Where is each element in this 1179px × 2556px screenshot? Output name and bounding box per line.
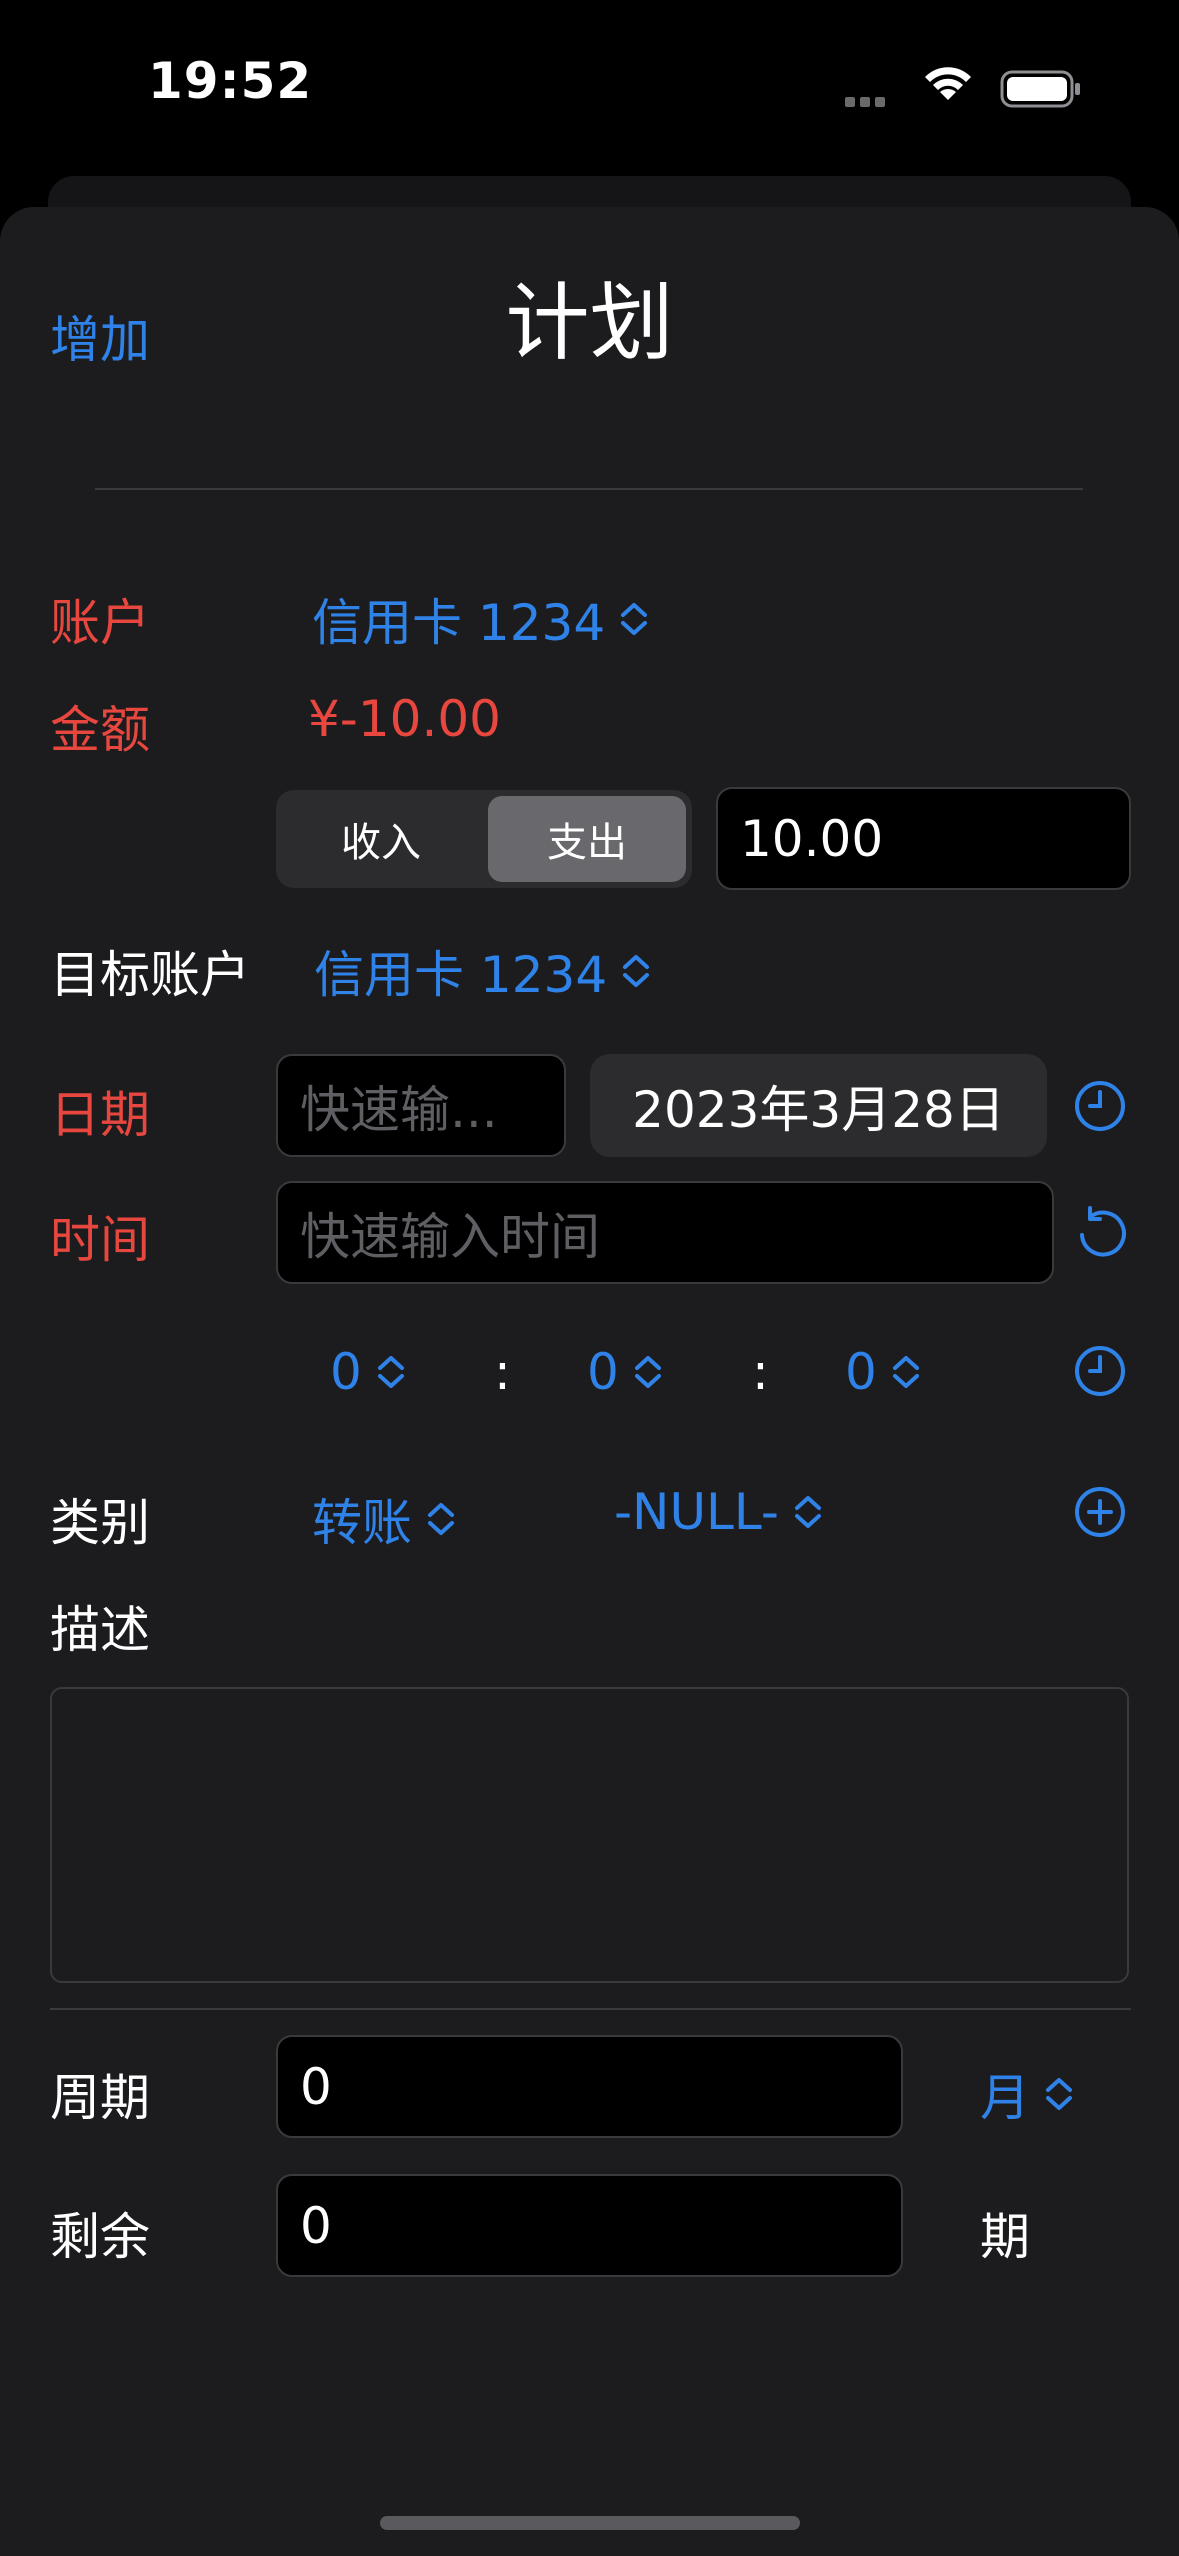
chevron-up-down-icon — [891, 1352, 921, 1392]
description-label: 描述 — [50, 1601, 150, 1659]
direction-segmented-control: 收入 支出 — [276, 790, 692, 888]
battery-icon — [1000, 70, 1082, 112]
clock-icon[interactable] — [1074, 1345, 1126, 1401]
time-label: 时间 — [50, 1211, 150, 1269]
category-label: 类别 — [50, 1494, 150, 1552]
chevron-up-down-icon — [376, 1352, 406, 1392]
amount-input[interactable]: 10.00 — [716, 787, 1131, 890]
minute-value: 0 — [587, 1343, 619, 1401]
expense-segment[interactable]: 支出 — [488, 796, 686, 882]
quick-time-input[interactable]: 快速输入时间 — [276, 1181, 1054, 1284]
time-separator: : — [494, 1343, 511, 1401]
add-category-icon[interactable] — [1074, 1486, 1126, 1542]
chevron-up-down-icon — [633, 1352, 663, 1392]
category-picker[interactable]: 转账 — [312, 1483, 456, 1555]
target-account-label: 目标账户 — [50, 946, 250, 1004]
period-label: 周期 — [50, 2069, 150, 2127]
home-indicator — [380, 2516, 800, 2530]
chevron-up-down-icon — [793, 1492, 823, 1532]
minute-picker[interactable]: 0 — [587, 1343, 663, 1401]
time-separator: : — [752, 1343, 769, 1401]
chevron-up-down-icon — [621, 951, 651, 991]
target-account-picker[interactable]: 信用卡 1234 — [314, 935, 651, 1007]
amount-value: ¥-10.00 — [308, 690, 501, 748]
account-value: 信用卡 1234 — [312, 594, 606, 652]
description-textarea[interactable] — [50, 1687, 1129, 1983]
cellular-signal-icon — [845, 92, 903, 107]
clock-icon[interactable] — [1074, 1080, 1126, 1136]
account-picker[interactable]: 信用卡 1234 — [312, 583, 649, 655]
period-unit-picker[interactable]: 月 — [980, 2058, 1074, 2130]
status-time: 19:52 — [148, 52, 313, 110]
page-title: 计划 — [505, 274, 674, 372]
wifi-icon — [922, 64, 974, 108]
reset-time-icon[interactable] — [1076, 1205, 1128, 1265]
section-divider — [50, 2008, 1131, 2010]
quick-date-input[interactable]: 快速输... — [276, 1054, 566, 1157]
hour-picker[interactable]: 0 — [330, 1343, 406, 1401]
period-unit-value: 月 — [980, 2069, 1030, 2127]
chevron-up-down-icon — [426, 1499, 456, 1539]
target-account-value: 信用卡 1234 — [314, 946, 608, 1004]
subcategory-value: -NULL- — [614, 1483, 779, 1541]
remaining-unit: 期 — [980, 2208, 1030, 2266]
second-picker[interactable]: 0 — [845, 1343, 921, 1401]
subcategory-picker[interactable]: -NULL- — [614, 1483, 823, 1541]
remaining-label: 剩余 — [50, 2208, 150, 2266]
chevron-up-down-icon — [1044, 2074, 1074, 2114]
date-picker-button[interactable]: 2023年3月28日 — [590, 1054, 1047, 1157]
remaining-input[interactable]: 0 — [276, 2174, 903, 2277]
period-input[interactable]: 0 — [276, 2035, 903, 2138]
income-segment[interactable]: 收入 — [282, 796, 480, 882]
header-divider — [95, 488, 1083, 490]
account-label: 账户 — [50, 594, 150, 652]
hour-value: 0 — [330, 1343, 362, 1401]
date-label: 日期 — [50, 1086, 150, 1144]
second-value: 0 — [845, 1343, 877, 1401]
chevron-up-down-icon — [619, 599, 649, 639]
category-value: 转账 — [312, 1494, 412, 1552]
amount-label: 金额 — [50, 701, 150, 759]
